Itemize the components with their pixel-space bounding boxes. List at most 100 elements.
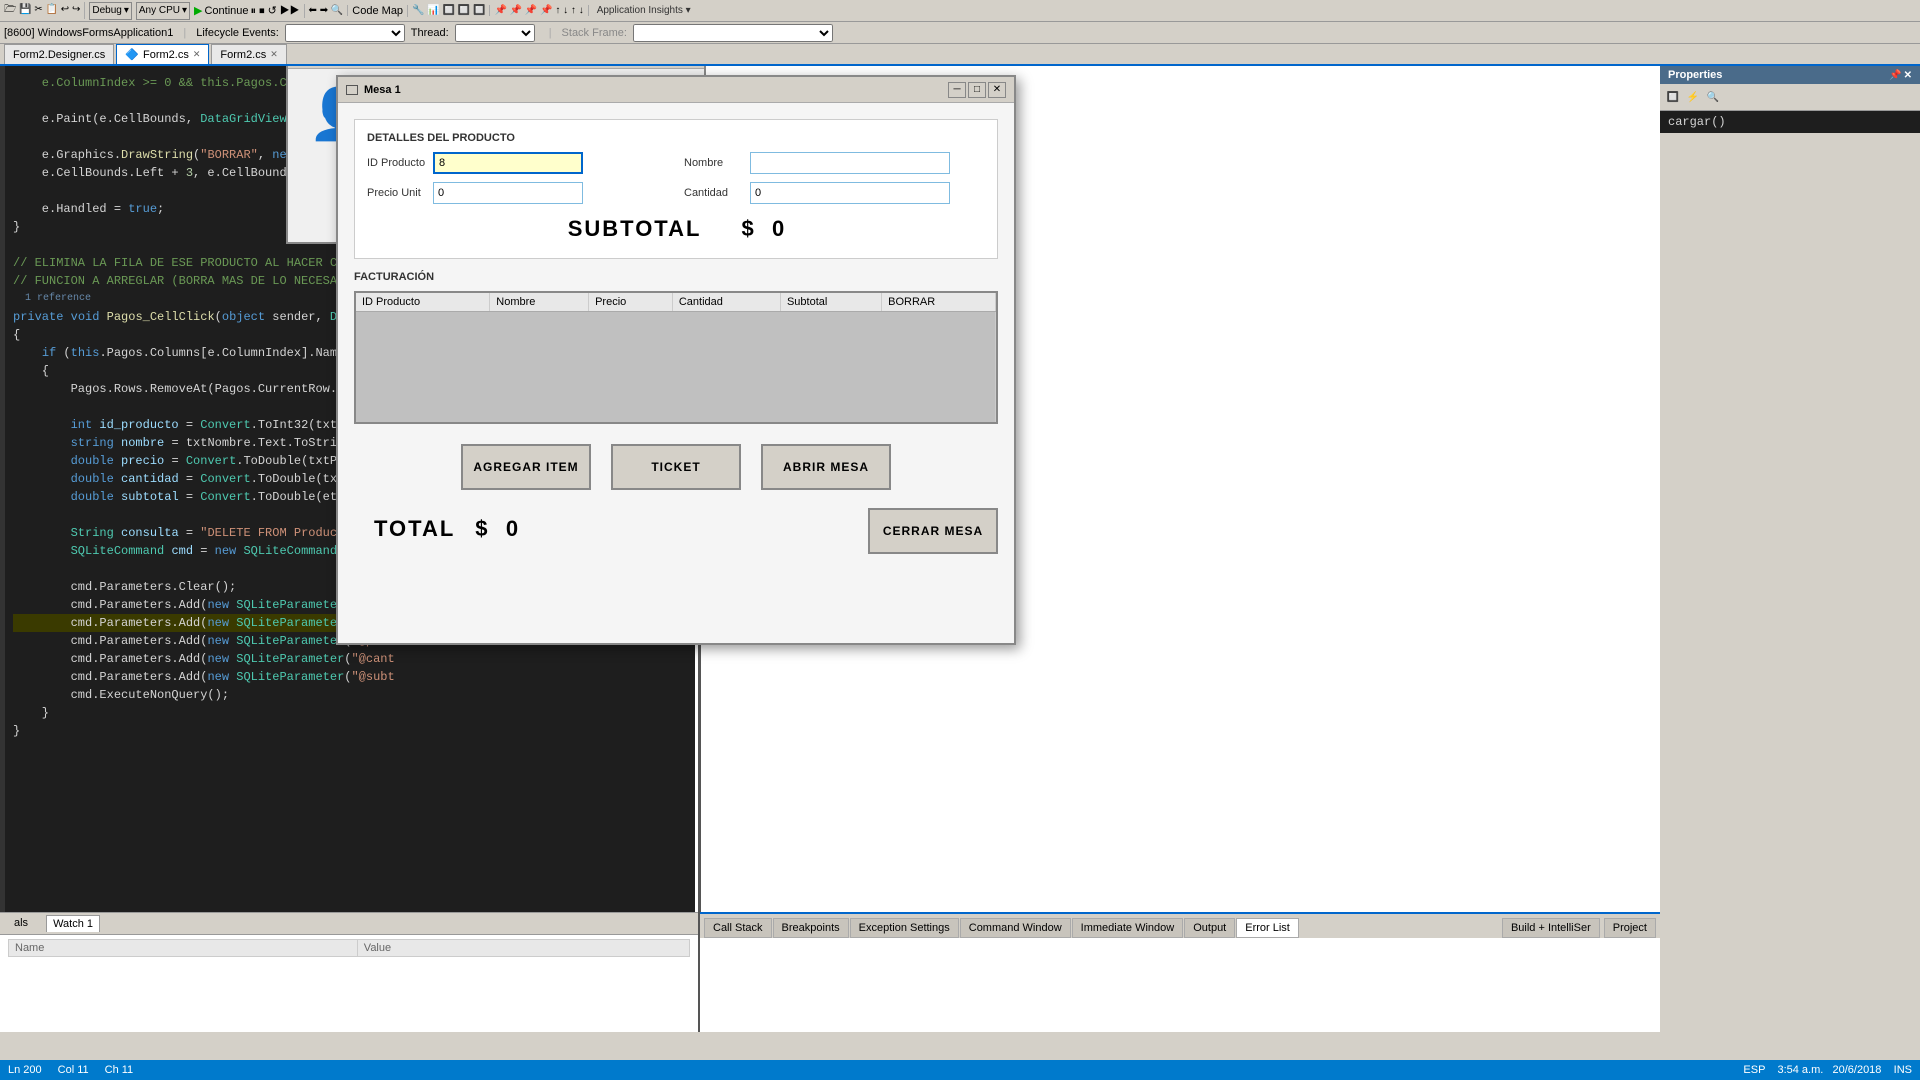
cerrar-mesa-button[interactable]: CERRAR MESA (868, 508, 998, 554)
product-fields: ID Producto Nombre Precio Unit Cantidad (367, 152, 985, 204)
status-ln: Ln 200 (8, 1064, 42, 1076)
window-title: [8600] WindowsFormsApplication1 (4, 27, 173, 39)
debug-tab-output[interactable]: Output (1184, 918, 1235, 938)
total-value: $ 0 (475, 516, 518, 542)
watch-panel: als Watch 1 Name Value (0, 912, 698, 1032)
tab-project[interactable]: Project (1604, 918, 1656, 938)
mesa-close-btn[interactable]: ✕ (988, 82, 1006, 98)
agregar-item-button[interactable]: AGREGAR ITEM (461, 444, 591, 490)
file-tools: 🗁 💾 ✂ 📋 ↩ ↪ (4, 2, 85, 19)
cantidad-input[interactable] (750, 182, 950, 204)
code-map-label: Code Map (352, 5, 403, 17)
mesa-title-text: Mesa 1 (364, 84, 401, 96)
debug-tab-breakpoints[interactable]: Breakpoints (773, 918, 849, 938)
tab-close-icon[interactable]: ✕ (193, 49, 201, 60)
debug-panel: Call Stack Breakpoints Exception Setting… (700, 912, 1660, 1032)
tab-label: Form2.cs (143, 49, 189, 61)
nav-icons: ⬅ ➡ 🔍 (309, 5, 349, 16)
build-intellisense-tabs: Build + IntelliSer Project (1502, 918, 1656, 938)
watch-tab-als[interactable]: als (8, 915, 34, 932)
col-precio: Precio (589, 293, 673, 312)
stack-dropdown[interactable] (633, 24, 833, 42)
ticket-button[interactable]: TICKET (611, 444, 741, 490)
thread-dropdown[interactable] (455, 24, 535, 42)
cpu-section[interactable]: Any CPU ▾ (136, 2, 190, 20)
watch-col-name: Name (9, 940, 358, 957)
id-producto-input[interactable] (433, 152, 583, 174)
debug-tab-immediate[interactable]: Immediate Window (1072, 918, 1184, 938)
col-subtotal: Subtotal (780, 293, 881, 312)
status-col: Col 11 (58, 1064, 89, 1076)
status-ch: Ch 11 (105, 1064, 134, 1076)
watch-empty-row[interactable] (8, 957, 690, 977)
bottom-section: TOTAL $ 0 CERRAR MESA (354, 500, 998, 558)
code-line: cmd.Parameters.Add(new SQLiteParameter("… (13, 668, 687, 686)
nombre-input[interactable] (750, 152, 950, 174)
debug-tab-callstack[interactable]: Call Stack (704, 918, 772, 938)
billing-empty-area (356, 312, 996, 422)
subtotal-value: $ 0 (741, 216, 784, 242)
prop-icon-2[interactable]: ⚡ (1684, 88, 1702, 106)
debug-tab-commandwindow[interactable]: Command Window (960, 918, 1071, 938)
debug-tab-exceptions[interactable]: Exception Settings (850, 918, 959, 938)
right-panel: Properties 📌 ✕ 🔲 ⚡ 🔍 cargar() (1660, 66, 1920, 1032)
mesa-dialog: Mesa 1 ─ □ ✕ DETALLES DEL PRODUCTO ID Pr… (336, 75, 1016, 645)
lifecycle-dropdown[interactable] (285, 24, 405, 42)
total-label: TOTAL (374, 516, 455, 542)
billing-header-row: ID Producto Nombre Precio Cantidad Subto… (356, 293, 996, 312)
status-time: 3:54 a.m. (1777, 1064, 1823, 1076)
mesa-window-icon (346, 85, 358, 95)
precio-unit-input[interactable] (433, 182, 583, 204)
mesa-minimize-btn[interactable]: ─ (948, 82, 966, 98)
debug-section[interactable]: Debug ▾ (89, 2, 132, 20)
nombre-row: Nombre (684, 152, 985, 174)
watch-panel-header: als Watch 1 (0, 913, 698, 935)
billing-section-label: FACTURACIÓN (354, 271, 998, 283)
mesa-maximize-btn[interactable]: □ (968, 82, 986, 98)
abrir-mesa-button[interactable]: ABRIR MESA (761, 444, 891, 490)
product-section-label: DETALLES DEL PRODUCTO (367, 132, 985, 144)
prop-icon-3[interactable]: 🔍 (1704, 88, 1722, 106)
prop-icon-1[interactable]: 🔲 (1664, 88, 1682, 106)
debug-icons: ⏸ ⏹ ↺ ▶▶ (251, 4, 300, 18)
precio-unit-label: Precio Unit (367, 187, 427, 199)
properties-icon-bar: 🔲 ⚡ 🔍 (1660, 84, 1920, 111)
tab-form2-cs-1[interactable]: 🔷 Form2.cs ✕ (116, 44, 209, 64)
tab-label: Form2.Designer.cs (13, 49, 105, 61)
status-ins: INS (1894, 1064, 1912, 1076)
tab-form2-designer[interactable]: Form2.Designer.cs (4, 44, 114, 64)
mesa-titlebar-controls: ─ □ ✕ (948, 82, 1006, 98)
product-details-section: DETALLES DEL PRODUCTO ID Producto Nombre… (354, 119, 998, 259)
watch-table: Name Value (8, 939, 690, 957)
lifecycle-label: Lifecycle Events: (196, 27, 279, 39)
app-insights-chevron: ▾ (686, 5, 691, 16)
nombre-label: Nombre (684, 157, 744, 169)
top-toolbar: 🗁 💾 ✂ 📋 ↩ ↪ Debug ▾ Any CPU ▾ ▶ Continue… (0, 0, 1920, 22)
cpu-label: Any CPU (139, 5, 180, 16)
watch-col-value: Value (357, 940, 689, 957)
debug-tab-errorlist[interactable]: Error List (1236, 918, 1299, 938)
billing-table-wrapper: ID Producto Nombre Precio Cantidad Subto… (354, 291, 998, 424)
code-line: cmd.ExecuteNonQuery(); (13, 686, 687, 704)
properties-pin-icon[interactable]: 📌 (1889, 70, 1901, 81)
watch-tab-watch1[interactable]: Watch 1 (46, 915, 100, 932)
cargar-method-text: cargar() (1668, 115, 1726, 129)
tab-build[interactable]: Build + IntelliSer (1502, 918, 1600, 938)
action-buttons: AGREGAR ITEM TICKET ABRIR MESA (354, 434, 998, 500)
toolbar-icons: 🗁 💾 ✂ 📋 ↩ ↪ (4, 2, 80, 19)
billing-section: FACTURACIÓN ID Producto Nombre Precio Ca… (354, 271, 998, 424)
status-lang: ESP (1743, 1064, 1765, 1076)
col-cantidad: Cantidad (672, 293, 780, 312)
properties-close-icon[interactable]: ✕ (1904, 70, 1912, 81)
properties-window-controls: 📌 ✕ (1889, 70, 1912, 81)
continue-section: ▶ Continue ⏸ ⏹ ↺ ▶▶ (194, 4, 305, 18)
tab-form2-cs-2[interactable]: Form2.cs ✕ (211, 44, 286, 64)
tab-icon: 🔷 (125, 48, 139, 61)
extra-icons: 🔧 📊 🔲 🔲 🔲 (412, 5, 490, 16)
code-map-section[interactable]: Code Map (352, 5, 408, 17)
code-line: } (13, 722, 687, 740)
cantidad-label: Cantidad (684, 187, 744, 199)
tab-close-icon2[interactable]: ✕ (270, 49, 278, 60)
billing-table: ID Producto Nombre Precio Cantidad Subto… (356, 293, 996, 422)
properties-header: Properties 📌 ✕ (1660, 66, 1920, 84)
